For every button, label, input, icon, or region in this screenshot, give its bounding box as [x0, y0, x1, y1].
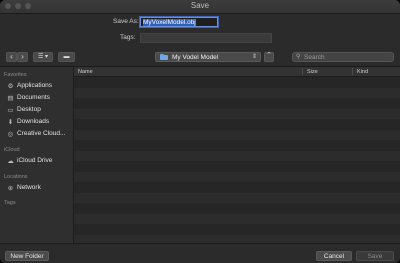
sidebar-item-documents[interactable]: ▤ Documents: [7, 93, 50, 102]
sidebar-item-label: Documents: [17, 94, 50, 101]
save-dialog: Save Save As: MyVoxelModel.obj Tags: ‹ ›…: [0, 0, 400, 263]
window-title: Save: [190, 1, 210, 10]
search-placeholder: Search: [304, 54, 325, 61]
list-row: [74, 150, 400, 161]
file-list-rows: [74, 77, 400, 243]
save-as-field[interactable]: MyVoxelModel.obj: [140, 17, 218, 27]
list-row: [74, 171, 400, 182]
sidebar-item-creative-cloud[interactable]: ◎ Creative Cloud...: [7, 129, 66, 138]
sidebar-item-icloud-drive[interactable]: ☁ iCloud Drive: [7, 156, 52, 165]
network-icon: ⊕: [7, 184, 14, 192]
forward-button[interactable]: ›: [17, 52, 28, 62]
sidebar-section-icloud: iCloud: [4, 147, 20, 153]
list-row: [74, 119, 400, 130]
cancel-button[interactable]: Cancel: [316, 251, 352, 261]
new-folder-button[interactable]: New Folder: [5, 251, 49, 261]
chevron-up-icon: ⌃: [266, 52, 272, 59]
column-header-kind[interactable]: Kind: [357, 69, 368, 75]
save-as-value: MyVoxelModel.obj: [143, 19, 196, 26]
cloud-icon: ☁: [7, 157, 14, 165]
sidebar-item-applications[interactable]: ⚙ Applications: [7, 81, 52, 90]
folder-icon: [160, 54, 168, 60]
list-row: [74, 129, 400, 140]
back-button[interactable]: ‹: [6, 52, 17, 62]
list-row: [74, 192, 400, 203]
sidebar-section-locations: Locations: [4, 174, 28, 180]
tags-field[interactable]: [140, 33, 272, 43]
sidebar-item-label: Downloads: [17, 118, 50, 125]
tags-label: Tags:: [120, 34, 136, 41]
list-row: [74, 108, 400, 119]
sidebar-item-label: Network: [17, 184, 41, 191]
list-row: [74, 77, 400, 88]
collapse-button[interactable]: ⌃: [264, 52, 274, 62]
file-list: Name Size Kind: [74, 67, 400, 243]
sidebar-item-downloads[interactable]: ⬇ Downloads: [7, 117, 49, 126]
column-separator: [352, 68, 353, 75]
save-button[interactable]: Save: [356, 251, 394, 261]
view-options-button[interactable]: ☰ ▾: [33, 52, 53, 62]
downloads-icon: ⬇: [7, 118, 14, 126]
list-row: [74, 213, 400, 224]
chevron-right-icon: ›: [21, 52, 24, 61]
list-row: [74, 98, 400, 109]
sidebar-item-label: Creative Cloud...: [17, 130, 66, 137]
dialog-footer: New Folder Cancel Save: [0, 243, 400, 263]
up-down-chevron-icon: ⇕: [251, 54, 257, 60]
column-header-size[interactable]: Size: [307, 69, 318, 75]
list-row: [74, 182, 400, 193]
location-label: My Vodel Model: [172, 54, 219, 61]
sidebar-section-favorites: Favorites: [4, 72, 27, 78]
applications-icon: ⚙: [7, 82, 14, 90]
column-separator: [302, 68, 303, 75]
new-folder-toolbar-button[interactable]: ▬: [58, 52, 75, 62]
column-header-name[interactable]: Name: [78, 69, 93, 75]
chevron-left-icon: ‹: [10, 52, 13, 61]
title-bar: Save: [0, 0, 400, 14]
desktop-icon: ▭: [7, 106, 14, 114]
sidebar-item-label: Desktop: [17, 106, 41, 113]
file-list-header: Name Size Kind: [74, 67, 400, 77]
list-row: [74, 224, 400, 235]
folder-icon: ▬: [63, 54, 70, 60]
search-icon: ⚲: [296, 54, 301, 60]
sidebar: Favorites ⚙ Applications ▤ Documents ▭ D…: [0, 67, 74, 243]
search-field[interactable]: ⚲ Search: [292, 52, 394, 62]
sidebar-item-network[interactable]: ⊕ Network: [7, 183, 41, 192]
sidebar-item-label: iCloud Drive: [17, 157, 53, 164]
list-row: [74, 140, 400, 151]
sidebar-item-label: Applications: [17, 82, 53, 89]
save-as-label: Save As:: [113, 18, 139, 25]
sidebar-item-desktop[interactable]: ▭ Desktop: [7, 105, 41, 114]
list-row: [74, 161, 400, 172]
documents-icon: ▤: [7, 94, 14, 102]
list-row: [74, 203, 400, 214]
list-view-icon: ☰ ▾: [37, 54, 49, 60]
sidebar-section-tags: Tags: [4, 200, 16, 206]
creative-cloud-icon: ◎: [7, 130, 14, 138]
list-row: [74, 87, 400, 98]
location-popup[interactable]: My Vodel Model ⇕: [155, 52, 261, 62]
